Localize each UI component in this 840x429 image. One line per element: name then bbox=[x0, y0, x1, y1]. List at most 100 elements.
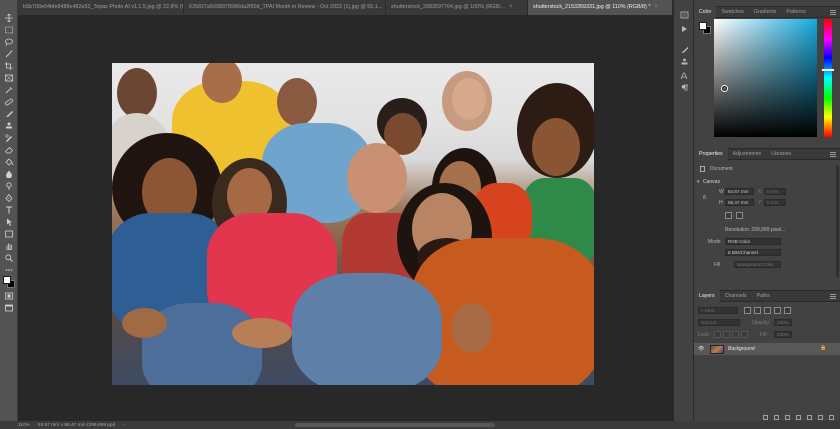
dodge-tool-icon[interactable] bbox=[4, 182, 14, 190]
opacity-field[interactable]: 100% bbox=[774, 319, 792, 326]
canvas-area[interactable] bbox=[18, 15, 673, 421]
bit-depth-select[interactable]: 8 Bits/Channel bbox=[725, 249, 781, 256]
healing-brush-tool-icon[interactable] bbox=[4, 98, 14, 106]
history-panel-icon[interactable] bbox=[680, 11, 689, 19]
brushes-panel-icon[interactable] bbox=[680, 46, 689, 54]
resolution-readout: Resolution: 299,999 pixel... bbox=[725, 227, 786, 233]
history-brush-tool-icon[interactable] bbox=[4, 134, 14, 142]
brush-tool-icon[interactable] bbox=[4, 110, 14, 118]
fg-swatch[interactable] bbox=[699, 22, 707, 30]
tab-gradients[interactable]: Gradients bbox=[749, 6, 782, 18]
canvas-collapse-icon[interactable]: ▾ bbox=[697, 179, 700, 185]
new-layer-icon[interactable] bbox=[818, 415, 823, 420]
document-tab-label: b5b708e04bfe8488e482e52_Topaz Photo AI v… bbox=[23, 4, 184, 10]
tab-paths[interactable]: Paths bbox=[752, 290, 775, 302]
quick-mask-icon[interactable] bbox=[4, 292, 14, 300]
type-tool-icon[interactable] bbox=[4, 206, 14, 214]
document-tab[interactable]: 635827a5098879986da2f50d_TPAI Month in R… bbox=[184, 0, 386, 15]
paint-bucket-tool-icon[interactable] bbox=[4, 158, 14, 166]
document-tab[interactable]: b5b708e04bfe8488e482e52_Topaz Photo AI v… bbox=[18, 0, 184, 15]
paragraph-panel-icon[interactable] bbox=[680, 84, 689, 92]
fx-icon[interactable] bbox=[774, 415, 779, 420]
document-image[interactable] bbox=[112, 63, 594, 385]
delete-layer-icon[interactable] bbox=[829, 415, 834, 420]
lock-image-icon[interactable] bbox=[723, 331, 730, 338]
adjustment-layer-icon[interactable] bbox=[796, 415, 801, 420]
clone-stamp-tool-icon[interactable] bbox=[4, 122, 14, 130]
move-tool-icon[interactable] bbox=[4, 14, 14, 22]
fill-select[interactable]: Background Color bbox=[734, 261, 781, 268]
clone-source-panel-icon[interactable] bbox=[680, 58, 689, 66]
layer-fill-field[interactable]: 100% bbox=[774, 331, 792, 338]
add-mask-icon[interactable] bbox=[785, 415, 790, 420]
filter-shape-icon[interactable] bbox=[774, 307, 781, 314]
eraser-tool-icon[interactable] bbox=[4, 146, 14, 154]
tab-patterns[interactable]: Patterns bbox=[781, 6, 810, 18]
blur-tool-icon[interactable] bbox=[4, 170, 14, 178]
horizontal-scrollbar[interactable] bbox=[295, 423, 495, 427]
crop-tool-icon[interactable] bbox=[4, 62, 14, 70]
path-selection-tool-icon[interactable] bbox=[4, 218, 14, 226]
link-layers-icon[interactable] bbox=[763, 415, 768, 420]
filter-smart-object-icon[interactable] bbox=[784, 307, 791, 314]
rectangle-tool-icon[interactable] bbox=[4, 230, 14, 238]
properties-kind: Document bbox=[710, 166, 733, 172]
zoom-tool-icon[interactable] bbox=[4, 254, 14, 262]
height-field[interactable]: 56,47 mm bbox=[725, 199, 754, 206]
document-tab[interactable]: shutterstock_2083597764.jpg @ 100% (RGB/… bbox=[386, 0, 528, 15]
close-tab-icon[interactable]: × bbox=[654, 0, 658, 15]
pen-tool-icon[interactable] bbox=[4, 194, 14, 202]
layer-name[interactable]: Background bbox=[728, 346, 755, 352]
width-field[interactable]: 84,67 mm bbox=[725, 188, 754, 195]
layer-filter-kind[interactable]: ⌕ Kind bbox=[698, 307, 738, 314]
eyedropper-tool-icon[interactable] bbox=[4, 86, 14, 94]
foreground-color-swatch[interactable] bbox=[3, 276, 11, 284]
properties-scrollbar[interactable] bbox=[836, 165, 839, 277]
eye-visibility-icon[interactable]: 👁 bbox=[698, 346, 704, 352]
lasso-tool-icon[interactable] bbox=[4, 38, 14, 46]
tab-libraries[interactable]: Libraries bbox=[766, 148, 796, 160]
blend-mode-select[interactable]: Normal bbox=[698, 319, 740, 326]
frame-tool-icon[interactable] bbox=[4, 74, 14, 82]
document-tab-active[interactable]: shutterstock_2153359331.jpg @ 110% (RGB/… bbox=[528, 0, 673, 15]
new-group-icon[interactable] bbox=[807, 415, 812, 420]
panel-menu-icon[interactable] bbox=[830, 10, 836, 15]
tab-color[interactable]: Color bbox=[694, 6, 717, 18]
filter-adjustment-icon[interactable] bbox=[754, 307, 761, 314]
panel-menu-icon[interactable] bbox=[830, 152, 836, 157]
close-tab-icon[interactable]: × bbox=[509, 0, 513, 15]
hand-tool-icon[interactable] bbox=[4, 242, 14, 250]
x-field[interactable]: 0 mm bbox=[764, 188, 786, 195]
magic-wand-tool-icon[interactable] bbox=[4, 50, 14, 58]
y-field[interactable]: 0 mm bbox=[764, 199, 786, 206]
tab-adjustments[interactable]: Adjustments bbox=[728, 148, 767, 160]
layer-row-background[interactable]: 👁 Background 🔒 bbox=[694, 343, 840, 355]
portrait-orientation-icon[interactable] bbox=[725, 212, 732, 219]
hue-slider-handle[interactable] bbox=[822, 69, 834, 71]
color-picker-handle[interactable] bbox=[722, 86, 727, 91]
screen-mode-icon[interactable] bbox=[4, 304, 14, 312]
panel-menu-icon[interactable] bbox=[830, 294, 836, 299]
marquee-tool-icon[interactable] bbox=[4, 26, 14, 34]
character-panel-icon[interactable] bbox=[680, 72, 689, 80]
filter-type-icon[interactable] bbox=[764, 307, 771, 314]
status-menu-arrow-icon[interactable]: › bbox=[123, 423, 125, 428]
landscape-orientation-icon[interactable] bbox=[736, 212, 743, 219]
link-dimensions-icon[interactable]: 8 bbox=[703, 195, 706, 201]
lock-transparent-icon[interactable] bbox=[714, 331, 721, 338]
lock-position-icon[interactable] bbox=[732, 331, 739, 338]
tab-layers[interactable]: Layers bbox=[694, 290, 720, 302]
filter-pixel-icon[interactable] bbox=[744, 307, 751, 314]
color-saturation-field[interactable] bbox=[714, 19, 817, 137]
tab-properties[interactable]: Properties bbox=[694, 148, 728, 160]
height-label: H bbox=[719, 200, 723, 206]
tab-swatches[interactable]: Swatches bbox=[716, 6, 749, 18]
actions-panel-icon[interactable] bbox=[680, 25, 689, 33]
color-mode-select[interactable]: RGB Color bbox=[725, 238, 781, 245]
zoom-level[interactable]: 110% bbox=[18, 423, 30, 428]
edit-toolbar-icon[interactable] bbox=[4, 266, 14, 274]
tab-channels[interactable]: Channels bbox=[720, 290, 752, 302]
lock-all-icon[interactable] bbox=[741, 331, 748, 338]
lock-icon: 🔒 bbox=[820, 345, 827, 351]
hue-slider[interactable] bbox=[824, 19, 832, 137]
